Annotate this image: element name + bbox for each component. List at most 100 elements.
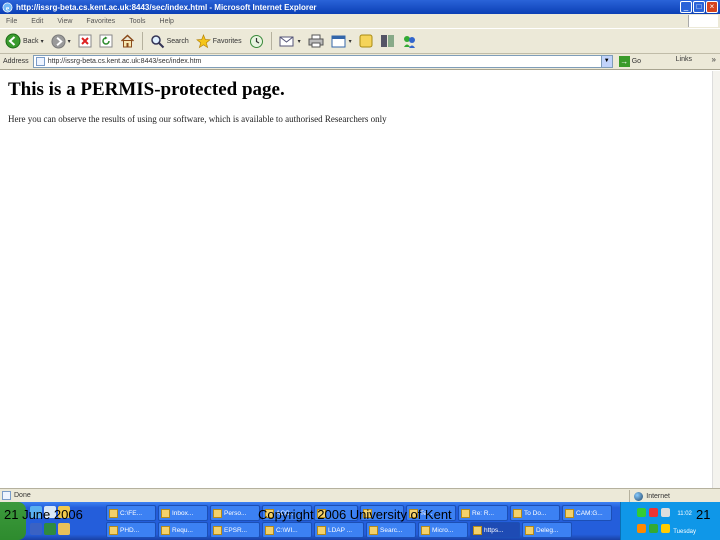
taskbar-item[interactable]: Searc... [366, 522, 416, 538]
research-button[interactable] [378, 31, 397, 51]
toolbar-separator [270, 32, 272, 50]
taskbar-item[interactable]: Micro... [418, 522, 468, 538]
forward-button[interactable]: ▾ [49, 31, 73, 51]
favorites-label: Favorites [212, 37, 242, 45]
taskbar-item[interactable]: EPSR... [210, 522, 260, 538]
taskbar-item[interactable]: To Do... [510, 505, 560, 521]
page-heading: This is a PERMIS-protected page. [8, 79, 285, 100]
internet-explorer-icon [473, 525, 482, 535]
address-dropdown-icon[interactable]: ▼ [600, 56, 612, 67]
forward-dropdown-icon[interactable]: ▾ [68, 38, 71, 45]
address-url: http://issrg-beta.cs.kent.ac.uk:8443/sec… [47, 58, 202, 65]
quicklaunch-excel-icon[interactable] [44, 523, 56, 535]
taskbar-item[interactable]: C:\FE... [106, 505, 156, 521]
volume-icon[interactable] [661, 508, 670, 517]
window-title: http://issrg-beta.cs.kent.ac.uk:8443/sec… [16, 2, 317, 12]
taskbar-item[interactable]: CAM:G... [562, 505, 612, 521]
taskbar-item[interactable]: Inbox... [158, 505, 208, 521]
links-expand-icon[interactable]: » [712, 55, 716, 64]
stop-button[interactable] [76, 31, 94, 51]
taskbar-item[interactable]: C:\WI... [262, 522, 312, 538]
zone-label: Internet [646, 492, 670, 500]
mail-icon [213, 525, 222, 535]
search-button[interactable]: Search [148, 31, 191, 51]
mail-icon [513, 508, 522, 518]
status-page-icon [2, 491, 11, 500]
back-dropdown-icon[interactable]: ▾ [41, 38, 44, 45]
print-button[interactable] [306, 31, 326, 51]
mail-icon [213, 508, 222, 518]
mail-icon [161, 508, 170, 518]
edit-button[interactable]: ▾ [329, 31, 354, 51]
messenger-status-icon[interactable] [649, 524, 658, 533]
mail-dropdown-icon[interactable]: ▾ [298, 38, 301, 45]
taskbar-item-active[interactable]: https... [470, 522, 520, 538]
maximize-button[interactable]: □ [693, 1, 705, 13]
history-button[interactable] [247, 31, 266, 51]
home-button[interactable] [118, 31, 137, 51]
internet-globe-icon [634, 491, 644, 501]
go-button[interactable]: → Go [618, 56, 642, 67]
mail-icon [161, 525, 170, 535]
go-label: Go [631, 58, 642, 65]
menu-view[interactable]: View [57, 18, 72, 25]
update-icon[interactable] [661, 524, 670, 533]
security-shield-icon[interactable] [649, 508, 658, 517]
taskbar-item[interactable]: Requ... [158, 522, 208, 538]
folder-icon [109, 508, 118, 518]
address-input[interactable]: http://issrg-beta.cs.kent.ac.uk:8443/sec… [32, 55, 613, 68]
clock[interactable]: 11:02 Tuesday [673, 510, 696, 536]
menu-edit[interactable]: Edit [31, 18, 43, 25]
taskbar-item[interactable]: Perso... [210, 505, 260, 521]
print-icon [308, 34, 324, 48]
mail-icon [565, 508, 574, 518]
research-icon [380, 35, 394, 47]
slide-footer-copyright: Copyright 2006 University of Kent [258, 507, 452, 522]
search-label: Search [166, 37, 189, 45]
back-arrow-icon [5, 33, 21, 49]
close-button[interactable]: × [706, 1, 718, 13]
discuss-button[interactable] [357, 31, 375, 51]
status-text: Done [14, 492, 31, 499]
favorites-button[interactable]: Favorites [194, 31, 244, 51]
mail-button[interactable]: ▾ [277, 31, 303, 51]
search-icon [150, 34, 164, 48]
menu-file[interactable]: File [6, 18, 17, 25]
messenger-icon [403, 35, 415, 48]
vertical-scrollbar[interactable] [712, 71, 720, 488]
toolbar-separator [141, 32, 143, 50]
antivirus-icon[interactable] [637, 524, 646, 533]
favorites-star-icon [195, 33, 211, 48]
quicklaunch-word-icon[interactable] [30, 523, 42, 535]
menu-help[interactable]: Help [160, 18, 174, 25]
menu-bar: File Edit View Favorites Tools Help [0, 14, 720, 28]
taskbar-item[interactable]: PHD... [106, 522, 156, 538]
stop-icon [78, 34, 92, 48]
back-label: Back [23, 37, 39, 45]
forward-arrow-icon [51, 33, 66, 49]
taskbar-item[interactable]: Re: R... [458, 505, 508, 521]
edit-page-icon [331, 35, 346, 48]
network-icon[interactable] [637, 508, 646, 517]
back-button[interactable]: Back ▾ [3, 31, 46, 51]
menu-tools[interactable]: Tools [129, 18, 145, 25]
refresh-button[interactable] [97, 31, 115, 51]
clock-time: 11:02 [677, 511, 692, 517]
taskbar-item[interactable]: LDAP ... [314, 522, 364, 538]
mail-icon [279, 36, 294, 47]
discuss-icon [359, 34, 373, 48]
page-text: Here you can observe the results of usin… [8, 114, 387, 124]
quicklaunch-explorer-icon[interactable] [58, 523, 70, 535]
taskbar-item[interactable]: Deleg... [522, 522, 572, 538]
edit-dropdown-icon[interactable]: ▾ [349, 38, 352, 45]
links-button[interactable]: Links [676, 56, 692, 63]
messenger-button[interactable] [400, 31, 419, 51]
search-icon [369, 525, 378, 535]
windows-logo [688, 15, 718, 27]
page-icon [35, 57, 45, 66]
menu-favorites[interactable]: Favorites [86, 18, 115, 25]
folder-icon [265, 525, 274, 535]
minimize-button[interactable]: _ [680, 1, 692, 13]
document-icon [317, 525, 326, 535]
folder-icon [109, 525, 118, 535]
